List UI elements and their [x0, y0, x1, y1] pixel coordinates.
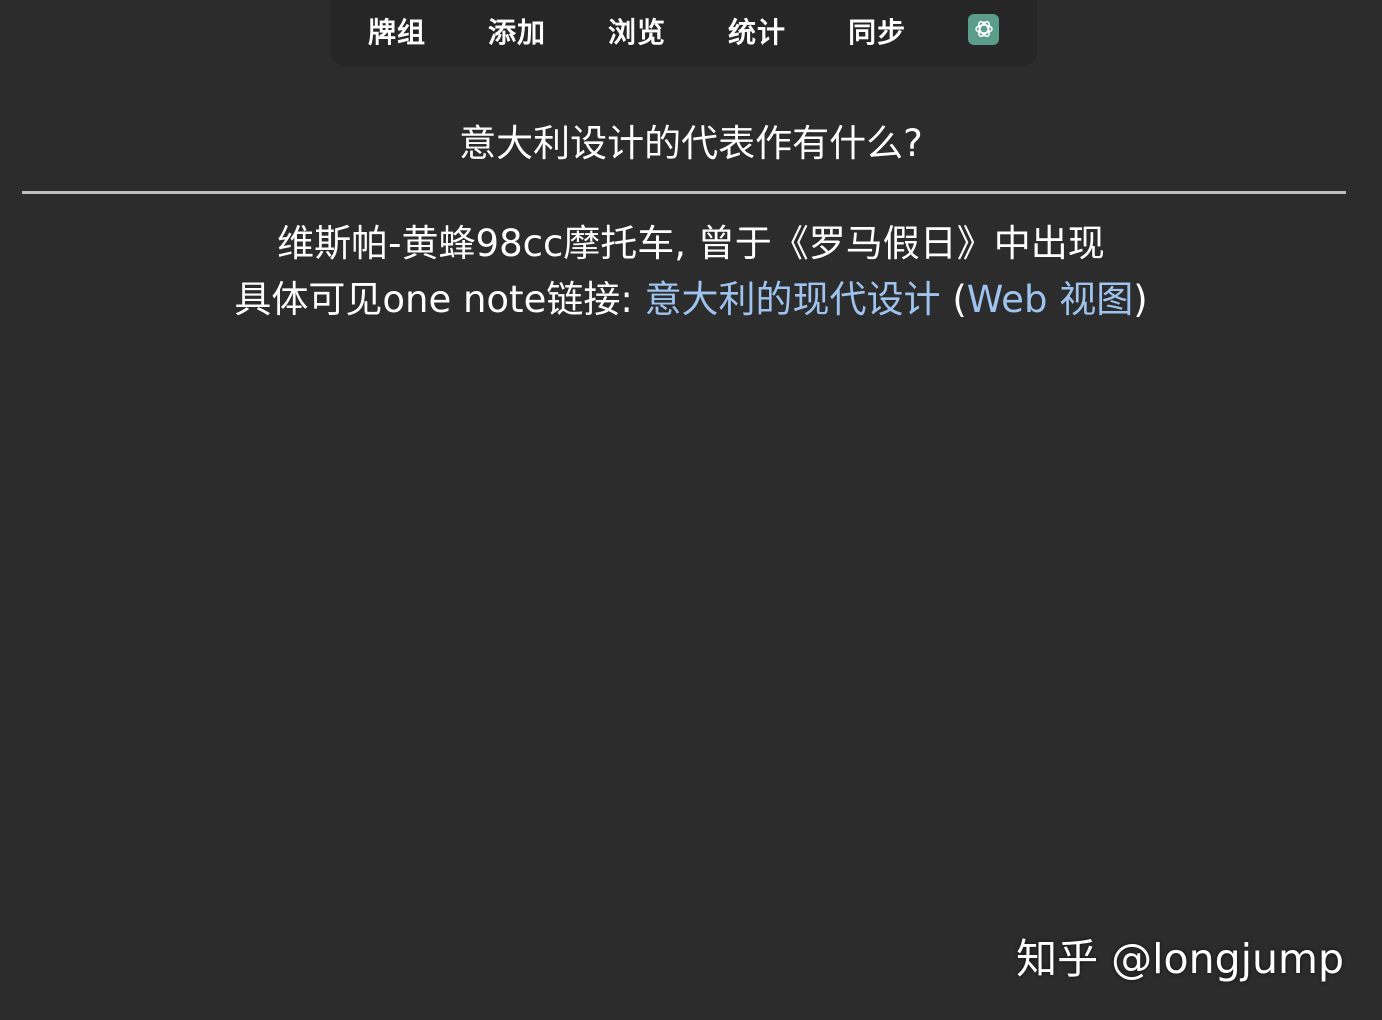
answer-line-2: 具体可见one note链接: 意大利的现代设计 (Web 视图): [0, 272, 1382, 328]
answer-line-2-prefix: 具体可见one note链接:: [234, 278, 633, 321]
card-question: 意大利设计的代表作有什么?: [459, 122, 923, 165]
top-toolbar: 牌组 添加 浏览 统计 同步: [330, 0, 1037, 66]
toolbar-add[interactable]: 添加: [488, 0, 546, 66]
answer-line-1: 维斯帕-黄蜂98cc摩托车, 曾于《罗马假日》中出现: [277, 222, 1105, 265]
chatgpt-logo-icon[interactable]: [968, 13, 1000, 45]
web-view-link[interactable]: Web 视图: [967, 278, 1133, 321]
toolbar-sync[interactable]: 同步: [848, 0, 906, 66]
onenote-link[interactable]: 意大利的现代设计: [645, 278, 941, 321]
toolbar-browse[interactable]: 浏览: [608, 0, 666, 66]
toolbar-decks[interactable]: 牌组: [368, 0, 426, 66]
card-answer: 维斯帕-黄蜂98cc摩托车, 曾于《罗马假日》中出现 具体可见one note链…: [0, 216, 1382, 328]
question-answer-divider: [22, 191, 1346, 194]
watermark: 知乎 @longjump: [1016, 935, 1344, 983]
paren-open: (: [952, 278, 967, 321]
paren-close: ): [1133, 278, 1148, 321]
toolbar-stats[interactable]: 统计: [728, 0, 786, 66]
chatgpt-logo-glyph: [974, 21, 993, 37]
